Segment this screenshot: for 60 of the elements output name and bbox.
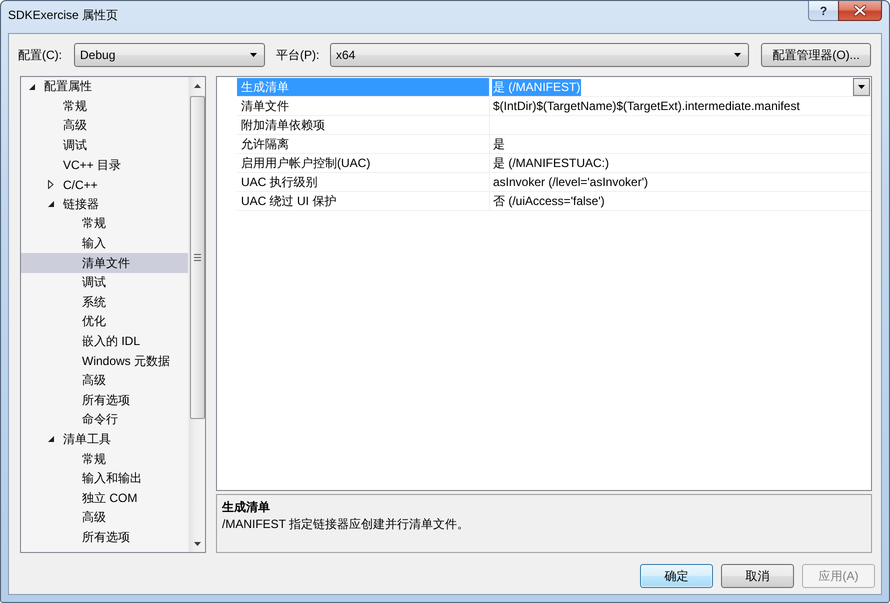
scrollbar-thumb[interactable] bbox=[190, 96, 204, 419]
property-name[interactable]: 清单文件 bbox=[237, 97, 490, 116]
property-name[interactable]: 启用用户帐户控制(UAC) bbox=[237, 154, 490, 173]
window-title: SDKExercise 属性页 bbox=[8, 8, 118, 23]
tree-item[interactable]: 所有选项 bbox=[21, 528, 188, 548]
grip-icon bbox=[194, 254, 200, 261]
tree-item[interactable]: 常规 bbox=[21, 214, 188, 234]
scroll-down-icon[interactable] bbox=[194, 542, 200, 546]
tree-item[interactable]: 链接器 bbox=[21, 194, 188, 214]
tree-item[interactable]: 调试 bbox=[21, 272, 188, 293]
scroll-up-icon[interactable] bbox=[194, 84, 200, 88]
property-value[interactable]: asInvoker (/level='asInvoker') bbox=[492, 174, 649, 190]
tree-item[interactable]: Windows 元数据 bbox=[21, 351, 188, 371]
configuration-manager-button[interactable]: 配置管理器(O)... bbox=[761, 43, 871, 67]
tree-item[interactable]: 常规 bbox=[21, 449, 188, 469]
expanded-arrow-icon[interactable] bbox=[48, 436, 54, 442]
ok-button[interactable]: 确定 bbox=[640, 564, 713, 588]
property-name[interactable]: UAC 绕过 UI 保护 bbox=[237, 192, 490, 211]
tree-item[interactable]: 清单工具 bbox=[21, 430, 188, 450]
expanded-arrow-icon[interactable] bbox=[48, 201, 54, 208]
close-icon bbox=[854, 5, 866, 16]
configuration-label: 配置(C): bbox=[18, 46, 63, 64]
platform-dropdown[interactable]: x64 bbox=[330, 43, 749, 67]
tree-item[interactable]: 高级 bbox=[21, 370, 188, 390]
help-button[interactable]: ? bbox=[808, 1, 838, 21]
tree-item[interactable]: 独立 COM bbox=[21, 488, 188, 508]
tree-item[interactable]: 命令行 bbox=[21, 410, 188, 430]
property-name[interactable]: 附加清单依赖项 bbox=[237, 116, 490, 135]
tree-item[interactable]: 调试 bbox=[21, 136, 188, 156]
property-value[interactable]: 否 (/uiAccess='false') bbox=[492, 192, 606, 210]
property-value[interactable]: 是 (/MANIFESTUAC:) bbox=[492, 154, 610, 172]
caret-icon bbox=[734, 53, 741, 57]
property-name[interactable]: 允许隔离 bbox=[237, 135, 490, 154]
collapsed-arrow-icon[interactable] bbox=[48, 180, 54, 190]
dropdown-button[interactable] bbox=[853, 78, 870, 96]
property-name[interactable]: UAC 执行级别 bbox=[237, 173, 490, 192]
property-value[interactable]: 是 bbox=[492, 136, 506, 152]
tree-item[interactable]: 配置属性 bbox=[21, 77, 188, 97]
cancel-button[interactable]: 取消 bbox=[721, 564, 794, 588]
tree-item[interactable]: VC++ 目录 bbox=[21, 155, 188, 175]
close-button[interactable] bbox=[838, 1, 882, 21]
tree-item[interactable]: 输入 bbox=[21, 234, 188, 254]
tree-item[interactable]: C/C++ bbox=[21, 174, 188, 195]
tree-item[interactable]: 清单文件 bbox=[21, 253, 188, 273]
description-text: /MANIFEST 指定链接器应创建并行清单文件。 bbox=[222, 516, 470, 533]
description-title: 生成清单 bbox=[222, 499, 270, 516]
caret-icon bbox=[858, 85, 865, 89]
tree-item[interactable]: 高级 bbox=[21, 116, 188, 136]
tree-item[interactable]: 常规 bbox=[21, 96, 188, 116]
tree-item[interactable]: 所有选项 bbox=[21, 390, 188, 410]
tree-item[interactable]: 高级 bbox=[21, 508, 188, 528]
platform-label: 平台(P): bbox=[276, 46, 320, 64]
configuration-dropdown[interactable]: Debug bbox=[74, 43, 265, 67]
caret-icon bbox=[250, 53, 257, 57]
expanded-arrow-icon[interactable] bbox=[29, 84, 35, 90]
tree-item[interactable]: 优化 bbox=[21, 312, 188, 332]
tree-item[interactable]: 嵌入的 IDL bbox=[21, 332, 188, 352]
tree-item[interactable]: 系统 bbox=[21, 292, 188, 312]
tree-item[interactable]: 输入和输出 bbox=[21, 468, 188, 488]
property-value[interactable]: $(IntDir)$(TargetName)$(TargetExt).intermediate.manifest bbox=[492, 98, 801, 114]
